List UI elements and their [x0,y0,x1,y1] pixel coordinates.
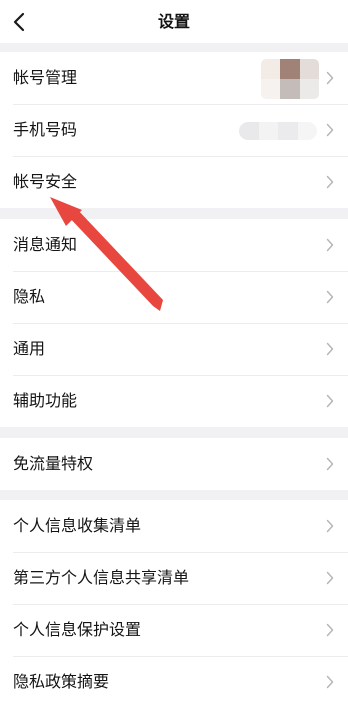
settings-row-free-data[interactable]: 免流量特权 [0,438,348,490]
row-label: 免流量特权 [13,454,94,473]
settings-row-info-protection-settings[interactable]: 个人信息保护设置 [0,604,348,656]
chevron-right-icon [326,175,334,189]
general-group: 消息通知 隐私 通用 辅助功能 [0,219,348,427]
row-label: 隐私政策摘要 [13,672,110,691]
chevron-right-icon [326,71,334,85]
navigation-bar: 设置 [0,0,348,43]
settings-row-info-collection-list[interactable]: 个人信息收集清单 [0,500,348,552]
settings-row-accessibility[interactable]: 辅助功能 [0,375,348,427]
row-label: 辅助功能 [13,391,78,410]
chevron-right-icon [326,394,334,408]
chevron-right-icon [326,623,334,637]
data-privilege-group: 免流量特权 [0,438,348,490]
settings-row-account-security[interactable]: 帐号安全 [0,156,348,208]
row-label: 通用 [13,339,46,358]
personal-info-group: 个人信息收集清单 第三方个人信息共享清单 个人信息保护设置 隐私政策摘要 [0,500,348,708]
row-label: 个人信息保护设置 [13,620,142,639]
chevron-right-icon [326,675,334,689]
settings-row-general[interactable]: 通用 [0,323,348,375]
chevron-right-icon [326,290,334,304]
chevron-right-icon [326,238,334,252]
row-label: 手机号码 [13,120,78,139]
avatar [261,59,319,99]
settings-row-phone-number[interactable]: 手机号码 [0,104,348,156]
account-group: 帐号管理 手机号码 帐号安全 [0,52,348,208]
row-label: 帐号安全 [13,172,78,191]
settings-row-privacy-policy-summary[interactable]: 隐私政策摘要 [0,656,348,708]
settings-row-account-management[interactable]: 帐号管理 [0,52,348,104]
chevron-right-icon [326,457,334,471]
chevron-right-icon [326,519,334,533]
page-title: 设置 [157,12,190,31]
row-label: 消息通知 [13,235,78,254]
settings-row-third-party-sharing-list[interactable]: 第三方个人信息共享清单 [0,552,348,604]
row-label: 个人信息收集清单 [13,516,142,535]
phone-number-blurred [239,122,317,140]
settings-row-notifications[interactable]: 消息通知 [0,219,348,271]
chevron-right-icon [326,342,334,356]
chevron-right-icon [326,123,334,137]
row-label: 帐号管理 [13,68,78,87]
chevron-right-icon [326,571,334,585]
settings-row-privacy[interactable]: 隐私 [0,271,348,323]
row-label: 隐私 [13,287,46,306]
row-label: 第三方个人信息共享清单 [13,568,190,587]
